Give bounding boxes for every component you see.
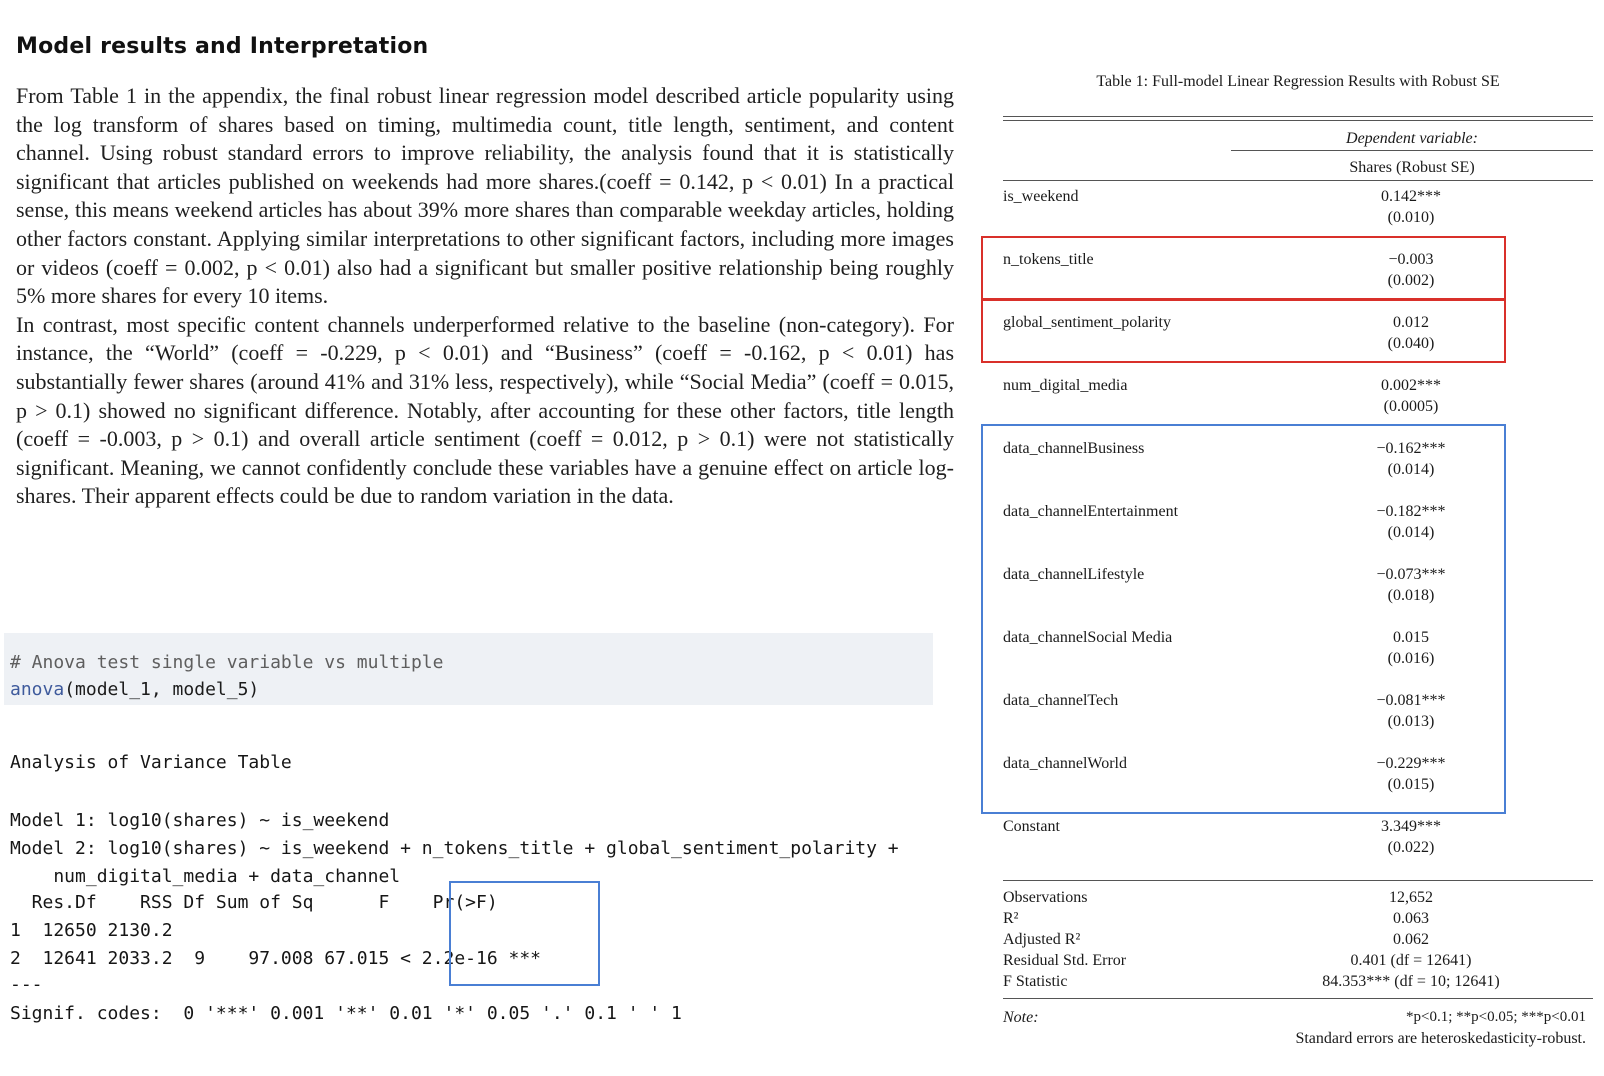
- code-function: anova: [10, 679, 65, 700]
- paragraph-1: From Table 1 in the appendix, the final …: [16, 83, 954, 309]
- stat-value-adj-r2: 0.062: [1393, 931, 1429, 948]
- note-label: Note:: [1003, 1009, 1039, 1026]
- code-call: anova(model_1, model_5): [10, 679, 259, 700]
- anova-title: Analysis of Variance Table: [10, 752, 292, 773]
- row-var-is-weekend: is_weekend: [1003, 188, 1079, 205]
- header-rule: [1003, 180, 1593, 181]
- note-significance: *p<0.1; **p<0.05; ***p<0.01: [1406, 1009, 1586, 1025]
- anova-signif-codes: Signif. codes: 0 '***' 0.001 '**' 0.01 '…: [10, 1003, 682, 1024]
- stat-label-f-statistic: F Statistic: [1003, 973, 1068, 990]
- dv-rule: [1231, 150, 1593, 151]
- anova-row-1: 1 12650 2130.2: [10, 920, 173, 941]
- row-var-constant: Constant: [1003, 818, 1060, 835]
- anova-separator: ---: [10, 974, 43, 995]
- highlight-box-sentiment: [981, 299, 1506, 363]
- anova-header: Res.Df RSS Df Sum of Sq F Pr(>F): [10, 892, 498, 913]
- row-se-num-digital-media: (0.0005): [1383, 398, 1439, 415]
- anova-model-2: Model 2: log10(shares) ~ is_weekend + n_…: [10, 838, 899, 859]
- row-coef-constant: 3.349***: [1381, 818, 1441, 835]
- row-var-num-digital-media: num_digital_media: [1003, 377, 1128, 394]
- stat-value-observations: 12,652: [1389, 889, 1433, 906]
- stat-value-f-statistic: 84.353*** (df = 10; 12641): [1322, 973, 1500, 990]
- highlight-box-title-length: [981, 236, 1506, 300]
- code-comment: # Anova test single variable vs multiple: [10, 652, 444, 673]
- paragraph-2: In contrast, most specific content chann…: [16, 311, 954, 509]
- stat-label-residual-se: Residual Std. Error: [1003, 952, 1127, 969]
- highlight-box-channels: [981, 424, 1506, 814]
- note-rule: [1003, 998, 1593, 999]
- interpretation-text: From Table 1 in the appendix, the final …: [16, 82, 954, 511]
- top-rule: [1003, 116, 1593, 117]
- section-heading: Model results and Interpretation: [16, 34, 429, 59]
- stat-label-observations: Observations: [1003, 889, 1088, 906]
- row-coef-num-digital-media: 0.002***: [1381, 377, 1441, 394]
- code-args: (model_1, model_5): [64, 679, 260, 700]
- stat-value-residual-se: 0.401 (df = 12641): [1350, 952, 1472, 969]
- stat-label-adj-r2: Adjusted R²: [1003, 931, 1081, 948]
- row-se-is-weekend: (0.010): [1387, 209, 1435, 226]
- dependent-variable-name: Shares (Robust SE): [1349, 159, 1475, 176]
- stat-value-r2: 0.063: [1393, 910, 1429, 927]
- stats-rule: [1003, 880, 1593, 881]
- top-rule-double: [1003, 120, 1593, 121]
- stat-label-r2: R²: [1003, 910, 1019, 927]
- pvalue-highlight-box: [449, 881, 600, 986]
- anova-model-1: Model 1: log10(shares) ~ is_weekend: [10, 810, 390, 831]
- anova-model-2-cont: num_digital_media + data_channel: [10, 866, 401, 887]
- row-se-constant: (0.022): [1387, 839, 1435, 856]
- table-caption: Table 1: Full-model Linear Regression Re…: [1096, 73, 1500, 90]
- note-robust-se: Standard errors are heteroskedasticity-r…: [1295, 1030, 1586, 1047]
- dependent-variable-label: Dependent variable:: [1346, 130, 1478, 147]
- row-coef-is-weekend: 0.142***: [1381, 188, 1441, 205]
